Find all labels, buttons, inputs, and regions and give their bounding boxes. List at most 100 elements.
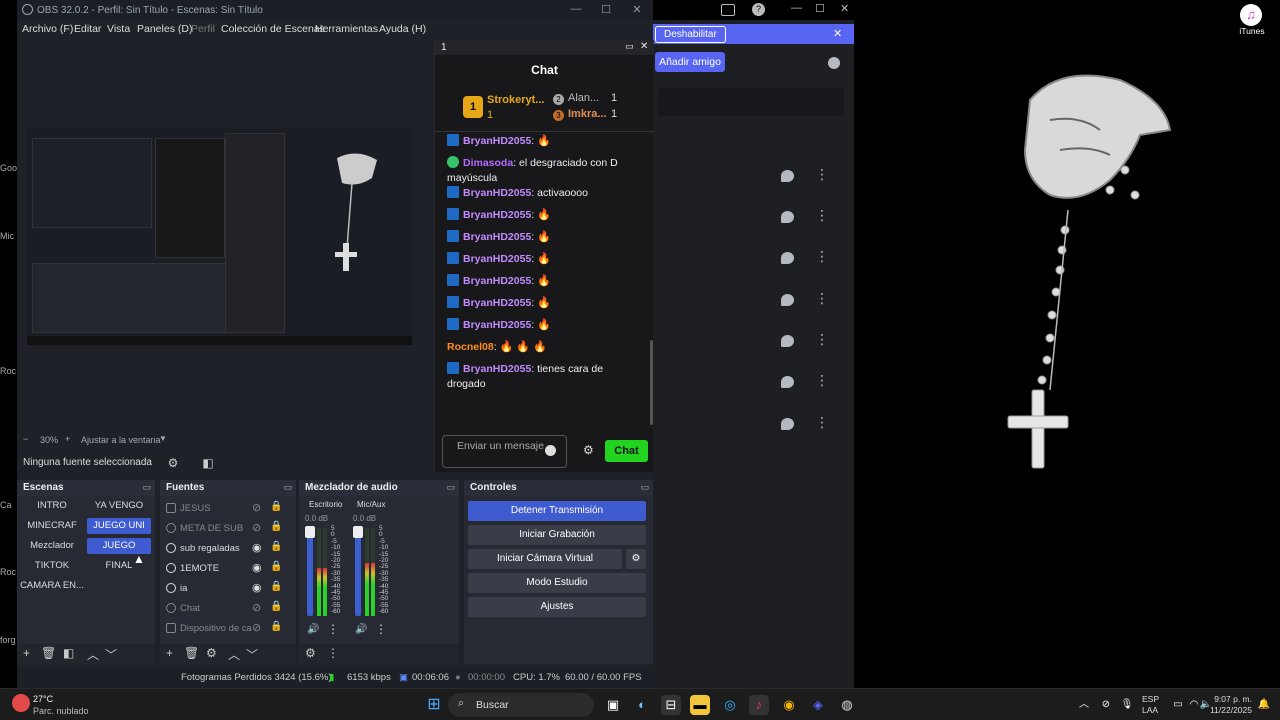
weather-icon[interactable] bbox=[12, 694, 30, 712]
chat-username[interactable]: BryanHD2055 bbox=[463, 275, 531, 287]
maximize-icon[interactable]: ☐ bbox=[594, 3, 618, 16]
friend-row[interactable]: ⋮ bbox=[653, 410, 854, 440]
message-icon[interactable] bbox=[781, 335, 794, 347]
more-icon[interactable]: ⋮ bbox=[327, 646, 339, 660]
message-icon[interactable] bbox=[781, 170, 794, 182]
task-view-icon[interactable]: ▣ bbox=[603, 695, 623, 715]
chat-username[interactable]: BryanHD2055 bbox=[463, 209, 531, 221]
friend-row[interactable]: ⋮ bbox=[653, 162, 854, 192]
undock-icon[interactable]: ▭ bbox=[625, 41, 634, 52]
source-row-chat[interactable]: Chat ⊘ 🔒 bbox=[164, 600, 290, 618]
chat-username[interactable]: Rocnel08 bbox=[447, 341, 494, 353]
lock-icon[interactable]: 🔒 bbox=[270, 581, 282, 592]
stream-preview[interactable] bbox=[27, 128, 412, 345]
more-icon[interactable]: ⋮ bbox=[815, 166, 829, 183]
chat-username[interactable]: BryanHD2055 bbox=[463, 253, 531, 265]
settings-button[interactable]: Ajustes bbox=[468, 597, 646, 617]
message-icon[interactable] bbox=[781, 294, 794, 306]
filter-icon[interactable]: ◧ bbox=[63, 646, 74, 660]
source-row-jesus[interactable]: JESUS ⊘ 🔒 bbox=[164, 500, 290, 518]
gear-icon[interactable]: ⚙ bbox=[206, 646, 217, 660]
chevron-up-icon[interactable]: ︿ bbox=[87, 646, 99, 663]
friend-row[interactable]: ⋮ bbox=[653, 244, 854, 274]
network-off-icon[interactable]: ⊘ bbox=[1096, 695, 1116, 715]
maximize-icon[interactable]: ☐ bbox=[815, 2, 825, 15]
message-icon[interactable] bbox=[781, 211, 794, 223]
chat-send-button[interactable]: Chat bbox=[605, 440, 648, 462]
screen-share-icon[interactable] bbox=[721, 4, 735, 16]
chat-username[interactable]: BryanHD2055 bbox=[463, 363, 531, 375]
chat-username[interactable]: BryanHD2055 bbox=[463, 319, 531, 331]
lock-icon[interactable]: 🔒 bbox=[270, 501, 282, 512]
scene-ya-vengo[interactable]: YA VENGO bbox=[87, 498, 151, 514]
scene-intro[interactable]: INTRO bbox=[20, 498, 84, 514]
chat-username[interactable]: BryanHD2055 bbox=[463, 187, 531, 199]
fader-knob[interactable] bbox=[305, 526, 315, 538]
close-icon[interactable]: ✕ bbox=[840, 2, 849, 15]
chat-username[interactable]: BryanHD2055 bbox=[463, 297, 531, 309]
language-indicator[interactable]: ESP LAA bbox=[1142, 694, 1159, 716]
close-icon[interactable]: ✕ bbox=[833, 27, 842, 40]
mixer-settings-icon[interactable]: ⚙ bbox=[305, 646, 316, 660]
add-friend-button[interactable]: Añadir amigo bbox=[655, 52, 725, 72]
eye-hidden-icon[interactable]: ⊘ bbox=[252, 521, 261, 534]
disable-button[interactable]: Deshabilitar bbox=[655, 26, 726, 43]
chevron-down-icon[interactable]: ﹀ bbox=[246, 646, 258, 663]
speaker-icon[interactable]: 🔊 bbox=[307, 624, 319, 635]
virtual-camera-button[interactable]: Iniciar Cámara Virtual bbox=[468, 549, 622, 569]
add-icon[interactable]: + bbox=[23, 646, 30, 660]
copilot-icon[interactable]: ◐ bbox=[632, 695, 652, 715]
source-row-meta[interactable]: META DE SUB ⊘ 🔒 bbox=[164, 520, 290, 538]
lock-icon[interactable]: 🔒 bbox=[270, 541, 282, 552]
close-icon[interactable]: ✕ bbox=[625, 3, 649, 16]
message-icon[interactable] bbox=[781, 252, 794, 264]
source-row-capture-device[interactable]: Dispositivo de ca ⊘ 🔒 bbox=[164, 620, 290, 638]
friend-row[interactable]: ⋮ bbox=[653, 286, 854, 316]
search-input[interactable] bbox=[658, 88, 844, 116]
chat-username[interactable]: Dimasoda bbox=[463, 157, 513, 169]
eye-icon[interactable]: ◉ bbox=[252, 541, 262, 554]
source-row-ia[interactable]: ia ◉ 🔒 bbox=[164, 580, 290, 598]
filter-icon[interactable]: ◧ bbox=[198, 454, 218, 472]
menu-paneles[interactable]: Paneles (D) bbox=[137, 23, 192, 35]
lock-icon[interactable]: 🔒 bbox=[270, 621, 282, 632]
menu-coleccion[interactable]: Colección de Escenas bbox=[221, 23, 325, 35]
lock-icon[interactable]: 🔒 bbox=[270, 521, 282, 532]
gear-icon[interactable]: ⚙ bbox=[163, 454, 183, 472]
help-icon[interactable]: ? bbox=[752, 3, 765, 16]
more-icon[interactable]: ⋮ bbox=[815, 248, 829, 265]
fader-knob[interactable] bbox=[353, 526, 363, 538]
more-icon[interactable]: ⋮ bbox=[815, 414, 829, 431]
fit-window-label[interactable]: Ajustar a la ventana bbox=[81, 435, 161, 445]
chat-message-list[interactable]: BryanHD2055: 🔥 Dimasoda: el desgraciado c… bbox=[435, 134, 654, 424]
more-icon[interactable]: ⋮ bbox=[375, 622, 387, 636]
chevron-up-icon[interactable]: ︿ bbox=[1074, 695, 1094, 715]
more-icon[interactable]: ⋮ bbox=[327, 622, 339, 636]
undock-icon[interactable]: ▭ bbox=[142, 482, 151, 493]
trash-icon[interactable]: 🗑 bbox=[41, 646, 56, 660]
eye-hidden-icon[interactable]: ⊘ bbox=[252, 501, 261, 514]
source-row-sub-regaladas[interactable]: sub regaladas ◉ 🔒 bbox=[164, 540, 290, 558]
eye-icon[interactable]: ◉ bbox=[252, 581, 262, 594]
start-recording-button[interactable]: Iniciar Grabación bbox=[468, 525, 646, 545]
zoom-out-button[interactable]: − bbox=[23, 434, 28, 444]
file-explorer-icon[interactable]: ▬ bbox=[690, 695, 710, 715]
chevron-up-icon[interactable]: ︿ bbox=[228, 646, 240, 663]
message-icon[interactable] bbox=[781, 418, 794, 430]
obs-icon[interactable]: ◍ bbox=[837, 695, 857, 715]
friend-row[interactable]: ⋮ bbox=[653, 368, 854, 398]
more-icon[interactable]: ⋮ bbox=[815, 207, 829, 224]
zoom-in-button[interactable]: + bbox=[65, 434, 70, 444]
notification-icon[interactable]: 🔔 bbox=[1254, 695, 1274, 715]
lock-icon[interactable]: 🔒 bbox=[270, 601, 282, 612]
tiktok-icon[interactable]: ♪ bbox=[749, 695, 769, 715]
itunes-desktop-icon[interactable]: ♫ iTunes bbox=[1232, 4, 1272, 40]
windows-start-icon[interactable]: ⊞ bbox=[424, 695, 444, 715]
studio-mode-button[interactable]: Modo Estudio bbox=[468, 573, 646, 593]
new-group-dm-icon[interactable] bbox=[828, 57, 840, 69]
microphone-icon[interactable]: 🎙 bbox=[1117, 695, 1137, 715]
menu-perfil[interactable]: Perfil bbox=[191, 23, 215, 35]
message-icon[interactable] bbox=[781, 376, 794, 388]
undock-icon[interactable]: ▭ bbox=[283, 482, 292, 493]
undock-icon[interactable]: ▭ bbox=[446, 482, 455, 493]
